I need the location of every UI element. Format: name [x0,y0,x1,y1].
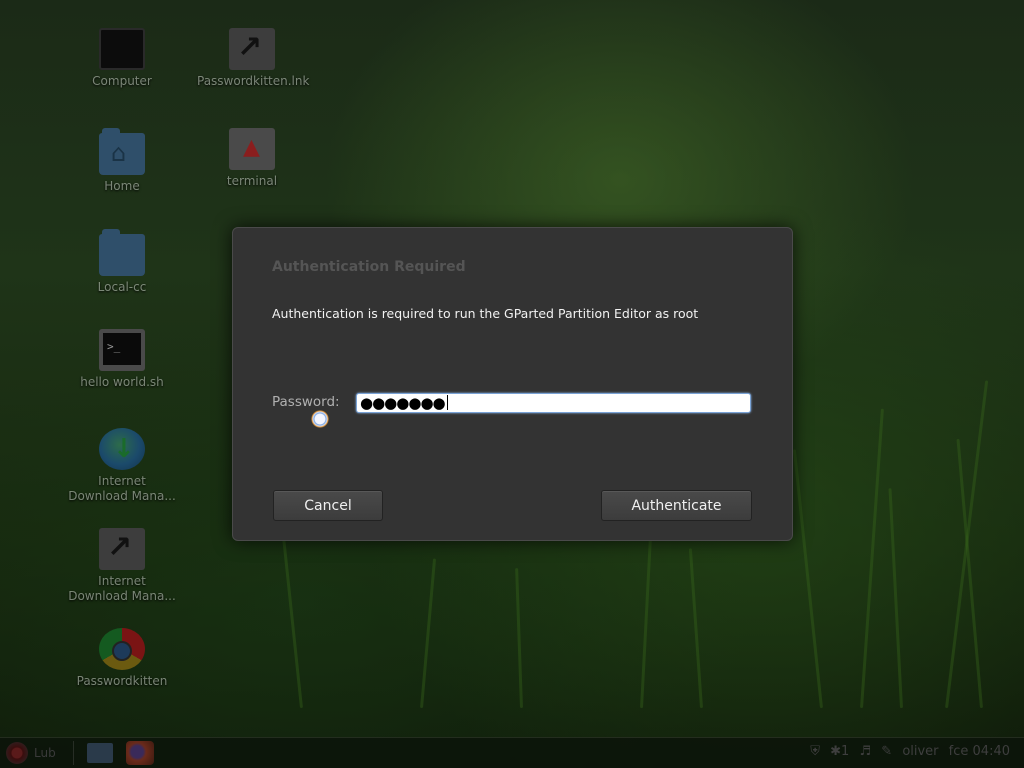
desktop-icon-label: Passwordkitten.lnk [197,74,310,88]
network-icon[interactable]: ✱1 [830,744,849,759]
start-menu-label[interactable]: Lub [34,746,56,760]
authenticate-button[interactable]: Authenticate [601,490,752,521]
desktop-icon-label: terminal [226,174,278,188]
desktop-icon-label: Computer [92,74,152,88]
terminal-icon [99,329,145,371]
desktop-icon-label: Local-cc [97,280,147,294]
clock[interactable]: fce 04:40 [949,744,1010,759]
home-folder-icon [99,128,145,175]
shortcut-icon [229,28,275,70]
shield-icon[interactable]: ⛨ [810,744,820,759]
desktop-icon-local-folder[interactable]: Local-cc [67,229,177,295]
desktop-icon-label: Internet Download Mana... [68,474,176,503]
desktop-icon-terminal-launcher[interactable]: terminal [197,128,307,189]
busy-cursor-icon [311,410,329,428]
desktop-icon-home[interactable]: Home [67,128,177,194]
pen-icon[interactable]: ✎ [881,744,892,759]
volume-icon[interactable]: ♬ [859,744,871,759]
desktop-icon-label: hello world.sh [80,375,164,389]
desktop-icon-idm-shortcut[interactable]: Internet Download Mana... [67,528,177,604]
file-manager-icon[interactable] [87,743,113,763]
browser-icon[interactable] [126,741,154,765]
download-manager-icon [99,428,145,470]
chrome-icon [99,628,145,670]
user-label[interactable]: oliver [902,744,938,759]
cancel-button[interactable]: Cancel [273,490,383,521]
desktop-icon-script[interactable]: hello world.sh [67,329,177,390]
taskbar: Lub ⛨ ✱1 ♬ ✎ oliver fce 04:40 [0,737,1024,768]
desktop-icon-label: Internet Download Mana... [68,574,176,603]
taskbar-separator [73,741,74,765]
password-field[interactable]: ●●●●●●● [356,393,751,413]
desktop-icon-shortcut[interactable]: Passwordkitten.lnk [197,28,310,89]
password-mask: ●●●●●●● [360,394,446,412]
desktop-icon-chrome[interactable]: Passwordkitten [67,628,177,689]
password-label: Password: [272,394,340,410]
desktop-icon-label: Passwordkitten [76,674,168,688]
authentication-dialog: Authentication Required Authentication i… [232,227,793,541]
computer-icon [99,28,145,70]
shortcut-icon [99,528,145,570]
folder-icon [99,229,145,276]
system-tray: ⛨ ✱1 ♬ ✎ oliver fce 04:40 [804,744,1010,759]
rocket-icon [229,128,275,170]
text-caret [446,395,448,410]
desktop-icon-label: Home [104,179,140,193]
dialog-message: Authentication is required to run the GP… [272,306,699,321]
start-menu-icon[interactable] [6,742,28,764]
desktop-icon-computer[interactable]: Computer [67,28,177,89]
desktop-icon-idm[interactable]: Internet Download Mana... [67,428,177,504]
dialog-title: Authentication Required [272,259,466,275]
